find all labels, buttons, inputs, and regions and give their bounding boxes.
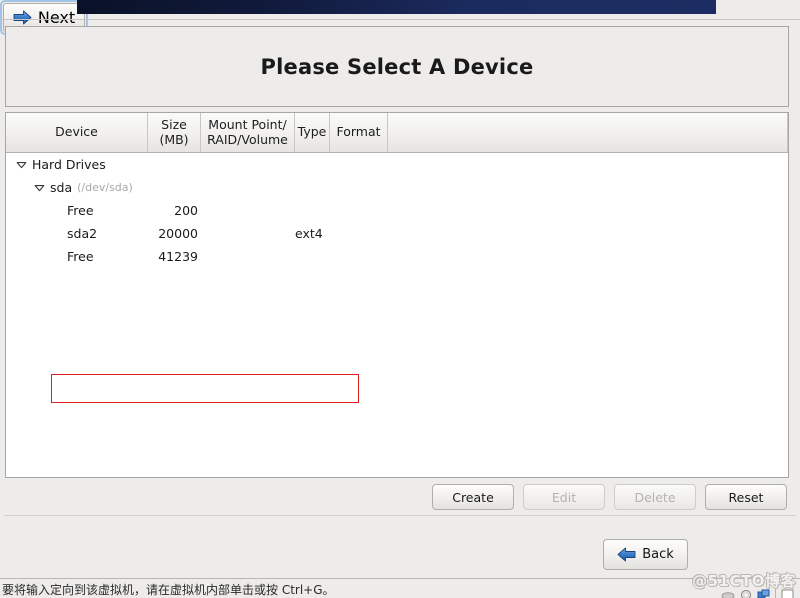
device-path: (/dev/sda) <box>77 181 133 194</box>
create-button[interactable]: Create <box>432 484 514 510</box>
back-button-label: Back <box>642 547 674 562</box>
table-row[interactable]: Free 200 <box>6 199 788 222</box>
next-button-label: Next <box>37 8 76 27</box>
column-header-type[interactable]: Type <box>295 113 330 152</box>
status-tray <box>721 589 794 598</box>
disk-tray-icon[interactable] <box>721 589 735 598</box>
device-name: sda <box>50 180 73 195</box>
status-message: 要将输入定向到该虚拟机，请在虚拟机内部单击或按 Ctrl+G。 <box>2 583 335 597</box>
display-tray-icon[interactable] <box>781 589 794 598</box>
cd-tray-icon[interactable] <box>740 589 752 598</box>
installer-banner <box>77 0 716 14</box>
edit-button: Edit <box>523 484 605 510</box>
cell-device: Free <box>6 249 148 264</box>
column-header-filler <box>388 113 788 152</box>
chevron-down-icon[interactable] <box>33 181 46 194</box>
column-header-size-line1: Size <box>161 116 187 132</box>
column-header-format[interactable]: Format <box>330 113 388 152</box>
reset-button[interactable]: Reset <box>705 484 787 510</box>
arrow-right-icon <box>13 10 32 25</box>
column-header-mount-point[interactable]: Mount Point/ RAID/Volume <box>201 113 295 152</box>
column-header-size-line2: (MB) <box>159 131 189 147</box>
column-header-device[interactable]: Device <box>6 113 148 152</box>
network-tray-icon[interactable] <box>757 589 770 598</box>
column-header-mount-line1: Mount Point/ <box>208 116 287 132</box>
table-row[interactable]: sda2 20000 ext4 <box>6 222 788 245</box>
cell-size: 200 <box>174 203 198 218</box>
cell-device: sda2 <box>6 226 148 241</box>
table-header-row: Device Size (MB) Mount Point/ RAID/Volum… <box>6 113 788 153</box>
device-name: sda2 <box>67 226 98 241</box>
vm-screen: Please Select A Device Device Size (MB) … <box>0 0 800 598</box>
table-row[interactable]: Hard Drives <box>6 153 788 176</box>
selection-highlight-box <box>51 374 359 403</box>
cell-device: Hard Drives <box>6 157 148 172</box>
page-top-divider <box>0 19 800 20</box>
partition-actions: Create Edit Delete Reset <box>0 481 800 513</box>
table-row[interactable]: Free 41239 <box>6 245 788 268</box>
chevron-down-icon[interactable] <box>15 158 28 171</box>
cell-device: sda (/dev/sda) <box>6 180 148 195</box>
table-body: Hard Drives sda (/dev/sda) Free 200 sda2 20000… <box>6 153 788 477</box>
cell-device: Free <box>6 203 148 218</box>
cell-size: 20000 <box>158 226 198 241</box>
page-title: Please Select A Device <box>260 54 534 79</box>
back-button[interactable]: Back <box>603 539 688 570</box>
cell-type: ext4 <box>295 226 323 241</box>
table-row[interactable]: sda (/dev/sda) <box>6 176 788 199</box>
device-table: Device Size (MB) Mount Point/ RAID/Volum… <box>5 112 789 478</box>
device-name: Free <box>67 249 94 264</box>
device-name: Free <box>67 203 94 218</box>
device-name: Hard Drives <box>32 157 106 172</box>
vmware-status-bar: 要将输入定向到该虚拟机，请在虚拟机内部单击或按 Ctrl+G。 <box>0 579 800 598</box>
delete-button: Delete <box>614 484 696 510</box>
tray-divider <box>775 589 776 598</box>
column-header-size[interactable]: Size (MB) <box>148 113 201 152</box>
cell-size: 41239 <box>158 249 198 264</box>
arrow-left-icon <box>617 547 636 562</box>
nav-divider <box>4 515 796 516</box>
title-frame: Please Select A Device <box>5 26 789 107</box>
column-header-mount-line2: RAID/Volume <box>207 131 288 147</box>
